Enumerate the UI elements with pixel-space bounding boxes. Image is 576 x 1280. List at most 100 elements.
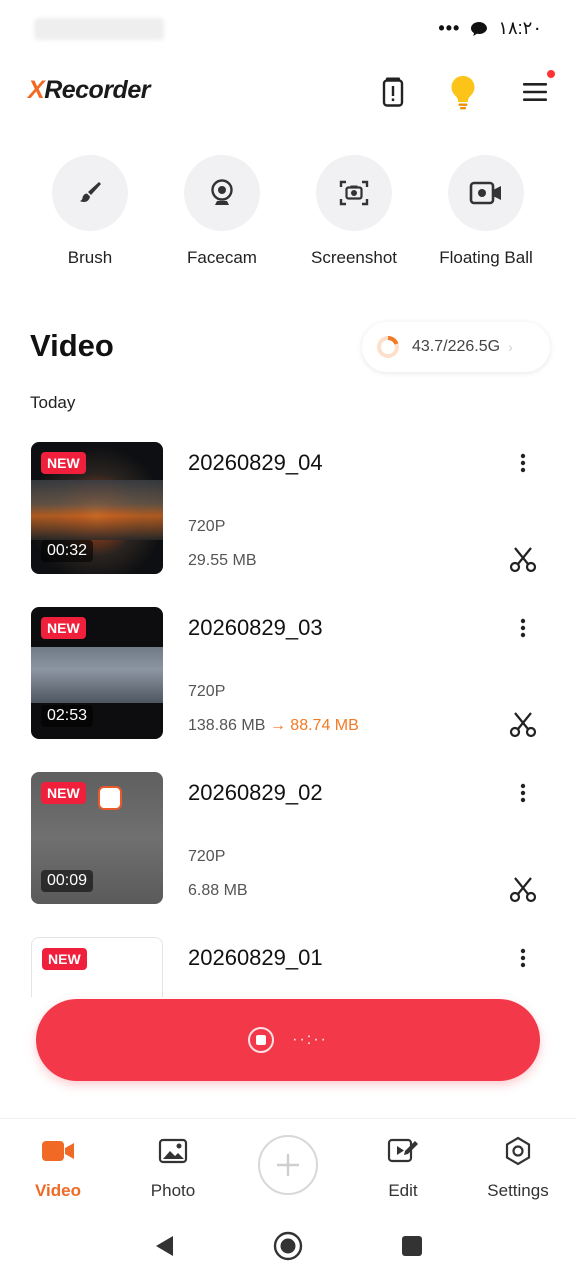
edit-video-icon — [387, 1138, 418, 1163]
trim-button[interactable] — [506, 542, 540, 576]
video-size: 138.86 MB → 88.74 MB — [188, 717, 359, 735]
more-options-button[interactable] — [510, 448, 536, 478]
storage-usage-button[interactable]: 43.7/226.5G › — [362, 322, 550, 372]
storage-ring-icon — [377, 335, 399, 358]
original-size: 138.86 MB — [188, 717, 266, 734]
more-options-button[interactable] — [510, 778, 536, 808]
scissors-icon — [509, 877, 537, 903]
app-header: XRecorder — [0, 62, 576, 122]
compressed-size: 88.74 MB — [290, 717, 359, 734]
new-badge: NEW — [42, 948, 87, 970]
tool-label: Screenshot — [311, 248, 397, 267]
webcam-icon — [211, 179, 233, 205]
more-options-button[interactable] — [510, 943, 536, 973]
nav-label: Video — [35, 1181, 81, 1200]
back-triangle-icon — [156, 1236, 173, 1256]
tool-label: Brush — [67, 248, 113, 267]
tool-floating-ball[interactable]: Floating Ball — [420, 155, 552, 268]
date-group-label: Today — [30, 393, 76, 412]
status-notifications-blurred — [34, 18, 164, 40]
more-vertical-icon — [520, 453, 526, 473]
video-camera-icon — [469, 181, 501, 205]
nav-label: Settings — [487, 1181, 549, 1200]
nav-settings[interactable]: Settings — [473, 1135, 563, 1201]
scissors-icon — [509, 547, 537, 573]
tools-row: Brush Facecam Screenshot Floating Ball — [0, 155, 576, 275]
tool-label: Floating Ball — [439, 248, 533, 267]
video-resolution: 720P — [188, 848, 226, 865]
new-badge: NEW — [41, 617, 86, 639]
photo-icon — [158, 1138, 188, 1164]
nav-label: Photo — [150, 1181, 196, 1200]
video-section-title: Video — [30, 328, 114, 363]
storage-text: 43.7/226.5G — [412, 338, 501, 355]
nav-label: Edit — [388, 1181, 418, 1200]
app-logo: XRecorder — [28, 76, 150, 104]
trim-button[interactable] — [506, 707, 540, 741]
more-options-button[interactable] — [510, 613, 536, 643]
bottom-nav: Video Photo Edit Settings — [0, 1118, 576, 1214]
battery-alert-button[interactable] — [373, 72, 413, 112]
scissors-icon — [509, 712, 537, 738]
chevron-right-icon: › — [508, 339, 513, 355]
tool-brush[interactable]: Brush — [24, 155, 156, 268]
status-time: ۱۸:۲۰ — [498, 18, 542, 38]
nav-photo[interactable]: Photo — [128, 1135, 218, 1201]
more-vertical-icon — [520, 618, 526, 638]
video-duration: 00:09 — [41, 870, 94, 892]
status-more-dots: ••• — [438, 18, 461, 38]
video-duration: 02:53 — [41, 705, 94, 727]
tool-facecam[interactable]: Facecam — [156, 155, 288, 268]
main-menu-button[interactable] — [515, 70, 555, 112]
video-item[interactable]: NEW 02:53 20260829_03 720P 138.86 MB → 8… — [0, 607, 576, 739]
video-thumbnail[interactable]: NEW 02:53 — [31, 607, 163, 739]
plus-icon — [277, 1154, 299, 1176]
video-resolution: 720P — [188, 518, 226, 535]
brush-icon — [80, 182, 101, 202]
system-back-button[interactable] — [148, 1230, 180, 1262]
battery-alert-icon — [382, 77, 404, 107]
video-item[interactable]: NEW 00:32 20260829_04 720P 29.55 MB — [0, 442, 576, 574]
video-name: 20260829_01 — [188, 945, 323, 970]
video-size: 6.88 MB — [188, 882, 248, 899]
stop-record-icon[interactable] — [248, 1027, 275, 1053]
video-duration: 00:32 — [41, 540, 94, 562]
tool-label: Facecam — [187, 248, 257, 267]
menu-icon — [523, 83, 547, 101]
tool-screenshot[interactable]: Screenshot — [288, 155, 420, 268]
chat-bubble-icon — [471, 21, 488, 36]
video-item[interactable]: NEW 00:09 20260829_02 720P 6.88 MB — [0, 772, 576, 904]
add-button[interactable] — [258, 1135, 318, 1195]
video-name: 20260829_02 — [188, 780, 323, 805]
video-size: 29.55 MB — [188, 552, 257, 569]
status-right: ••• ۱۸:۲۰ — [438, 18, 542, 39]
video-name: 20260829_04 — [188, 450, 323, 475]
new-badge: NEW — [41, 452, 86, 474]
system-nav-bar — [0, 1214, 576, 1280]
bulb-icon — [451, 76, 475, 110]
nav-edit[interactable]: Edit — [358, 1135, 448, 1201]
settings-hex-icon — [505, 1136, 531, 1166]
nav-video[interactable]: Video — [13, 1135, 103, 1201]
recents-square-icon — [402, 1236, 422, 1256]
menu-notification-dot — [547, 70, 555, 78]
video-icon — [42, 1141, 74, 1161]
more-vertical-icon — [520, 948, 526, 968]
status-bar: ••• ۱۸:۲۰ — [0, 0, 576, 60]
video-item[interactable]: NEW 20260829_01 — [0, 937, 576, 997]
tips-bulb-button[interactable] — [443, 72, 483, 112]
video-thumbnail[interactable]: NEW 00:32 — [31, 442, 163, 574]
recording-timer: ··:·· — [292, 1031, 328, 1048]
video-name: 20260829_03 — [188, 615, 323, 640]
home-circle-icon — [273, 1231, 303, 1261]
video-thumbnail[interactable]: NEW — [31, 937, 163, 997]
more-vertical-icon — [520, 783, 526, 803]
video-thumbnail[interactable]: NEW 00:09 — [31, 772, 163, 904]
screenshot-camera-icon — [339, 180, 369, 206]
arrow-right-icon: → — [269, 717, 286, 734]
system-home-button[interactable] — [272, 1230, 304, 1262]
recording-control-bar[interactable]: ··:·· — [36, 999, 540, 1081]
trim-button[interactable] — [506, 872, 540, 906]
system-recents-button[interactable] — [396, 1230, 428, 1262]
new-badge: NEW — [41, 782, 86, 804]
